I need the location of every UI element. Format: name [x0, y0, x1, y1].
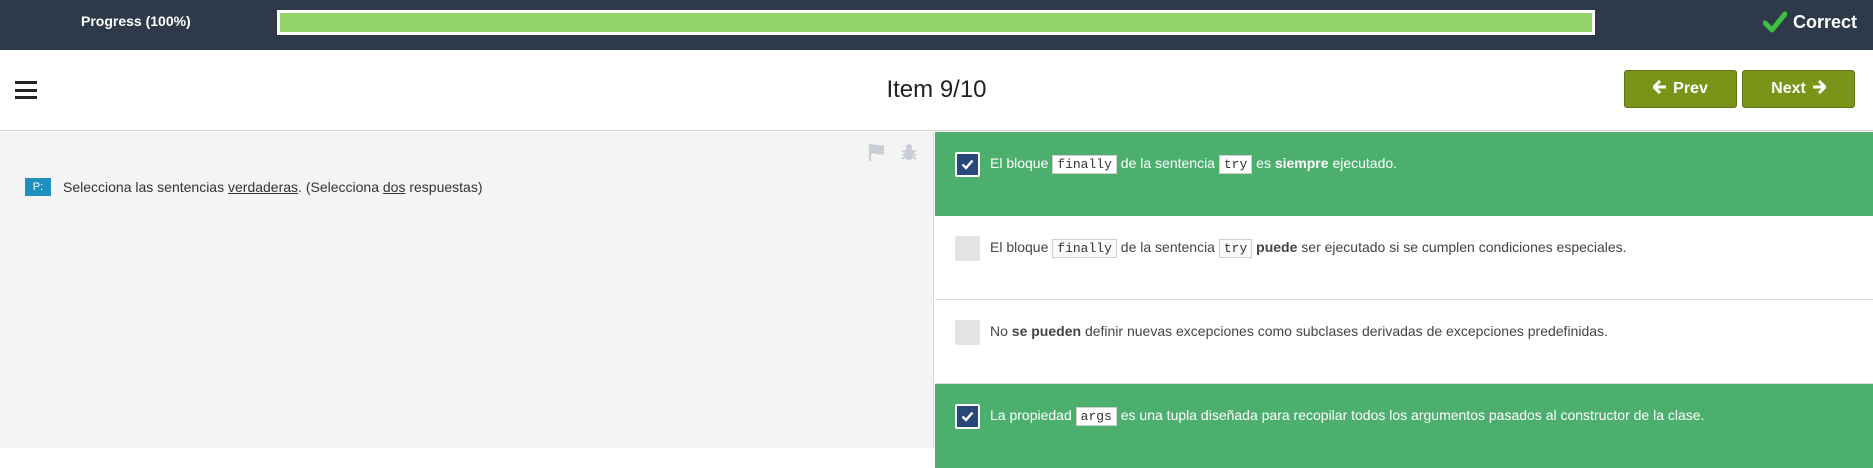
answer-option-3[interactable]: No se pueden definir nuevas excepciones … [935, 300, 1873, 384]
answer-option-2[interactable]: El bloque finally de la sentencia try pu… [935, 216, 1873, 300]
progress-bar-header: Progress (100%) Correct [0, 0, 1873, 50]
option-text: El bloque finally de la sentencia try es… [990, 155, 1398, 174]
check-icon [961, 159, 974, 170]
check-icon [961, 411, 974, 422]
arrow-left-icon [1652, 79, 1667, 99]
checkbox-unchecked[interactable] [955, 236, 980, 261]
question-text: Selecciona las sentencias verdaderas. (S… [63, 179, 483, 195]
option-text: La propiedad args es una tupla diseñada … [990, 407, 1705, 426]
prev-button[interactable]: Prev [1624, 70, 1737, 108]
answer-option-1[interactable]: El bloque finally de la sentencia try es… [935, 132, 1873, 216]
check-icon [1762, 11, 1787, 33]
checkbox-checked[interactable] [955, 152, 980, 177]
option-text: El bloque finally de la sentencia try pu… [990, 239, 1627, 258]
prev-label: Prev [1673, 80, 1708, 97]
answer-options: El bloque finally de la sentencia try es… [935, 132, 1873, 468]
question-badge: P: [25, 178, 51, 196]
flag-icon[interactable] [867, 142, 887, 162]
progress-track [277, 10, 1595, 35]
item-title: Item 9/10 [886, 76, 987, 103]
question-prompt: P: Selecciona las sentencias verdaderas.… [25, 178, 483, 196]
arrow-right-icon [1812, 79, 1827, 99]
status-label: Correct [1792, 11, 1857, 32]
progress-label: Progress (100%) [81, 13, 191, 29]
question-panel: P: Selecciona las sentencias verdaderas.… [0, 132, 934, 448]
next-button[interactable]: Next [1742, 70, 1855, 108]
answer-option-4[interactable]: La propiedad args es una tupla diseñada … [935, 384, 1873, 468]
checkbox-unchecked[interactable] [955, 320, 980, 345]
option-text: No se pueden definir nuevas excepciones … [990, 323, 1608, 339]
item-header: Item 9/10 Prev Next [0, 50, 1873, 131]
next-label: Next [1771, 80, 1806, 97]
tool-icons [867, 142, 919, 162]
status-indicator: Correct [1762, 11, 1857, 33]
progress-fill [280, 13, 1592, 32]
bug-icon[interactable] [899, 142, 919, 162]
checkbox-checked[interactable] [955, 404, 980, 429]
